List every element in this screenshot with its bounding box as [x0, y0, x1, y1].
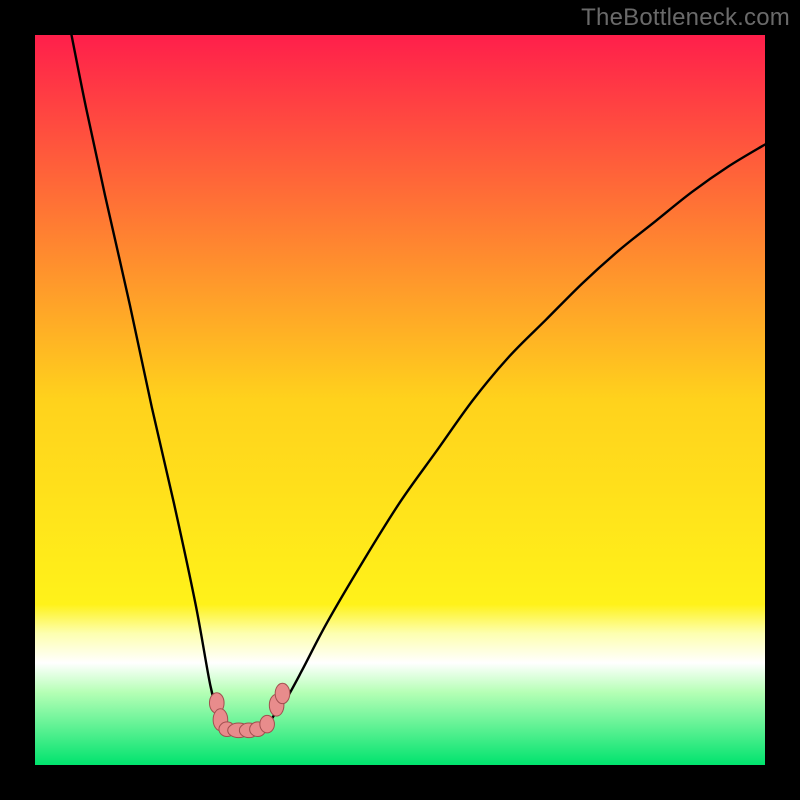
chart-container: TheBottleneck.com — [0, 0, 800, 800]
chart-svg — [35, 35, 765, 765]
marker-point — [260, 715, 275, 733]
marker-point — [275, 683, 290, 703]
gradient-background — [35, 35, 765, 765]
watermark-text: TheBottleneck.com — [581, 4, 790, 32]
plot-area — [35, 35, 765, 765]
